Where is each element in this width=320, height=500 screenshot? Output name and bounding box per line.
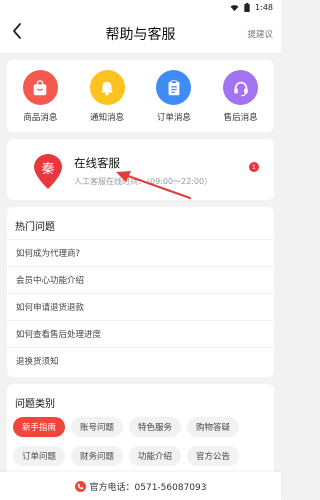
message-item-label: 订单消息 bbox=[156, 113, 191, 123]
category-chip[interactable]: 购物答疑 bbox=[187, 417, 239, 437]
question-item[interactable]: 会员中心功能介绍 bbox=[7, 266, 274, 293]
back-arrow-icon[interactable] bbox=[12, 23, 22, 44]
question-item[interactable]: 如何查看售后处理进度 bbox=[7, 320, 274, 347]
question-item[interactable]: 退换货须知 bbox=[7, 347, 274, 374]
message-item-label: 通知消息 bbox=[90, 113, 125, 123]
category-chips: 新手指南 账号问题 特色服务 购物答疑 订单问题 财务问题 功能介绍 官方公告 bbox=[7, 416, 274, 466]
category-chip[interactable]: 官方公告 bbox=[187, 446, 239, 466]
category-chip[interactable]: 特色服务 bbox=[129, 417, 181, 437]
message-item-label: 商品消息 bbox=[23, 113, 58, 123]
category-chip[interactable]: 财务问题 bbox=[71, 446, 123, 466]
online-service-card[interactable]: 秦 在线客服 人工客服在线时间：（09:00～22:00） 1 bbox=[7, 139, 274, 200]
battery-icon bbox=[244, 3, 250, 12]
categories-title: 问题类别 bbox=[15, 399, 55, 410]
bell-icon bbox=[89, 70, 125, 105]
official-phone-label: 官方电话：0571-56087093 bbox=[89, 482, 207, 493]
shopping-bag-icon bbox=[22, 70, 58, 105]
message-item-aftersale[interactable]: 售后消息 bbox=[211, 70, 271, 123]
category-chip-active[interactable]: 新手指南 bbox=[13, 417, 65, 437]
service-logo: 秦 bbox=[34, 154, 62, 189]
app-header: 帮助与客服 提建议 bbox=[0, 15, 281, 53]
status-time: 1:48 bbox=[255, 3, 273, 12]
category-chip[interactable]: 功能介绍 bbox=[129, 446, 181, 466]
page-title: 帮助与客服 bbox=[105, 27, 176, 43]
hot-questions-section: 热门问题 如何成为代理商? 会员中心功能介绍 如何申请退货退款 如何查看售后处理… bbox=[7, 207, 274, 377]
message-item-order[interactable]: 订单消息 bbox=[144, 70, 204, 123]
service-title: 在线客服 bbox=[74, 156, 120, 170]
question-item[interactable]: 如何成为代理商? bbox=[7, 239, 274, 266]
headset-icon bbox=[223, 70, 259, 105]
phone-icon bbox=[74, 480, 86, 492]
clipboard-icon bbox=[156, 70, 192, 105]
suggest-button[interactable]: 提建议 bbox=[247, 28, 273, 40]
status-bar: 1:48 bbox=[0, 0, 281, 15]
category-chip[interactable]: 账号问题 bbox=[71, 417, 123, 437]
official-phone-bar[interactable]: 官方电话：0571-56087093 bbox=[0, 472, 281, 500]
message-item-goods[interactable]: 商品消息 bbox=[10, 70, 70, 123]
unread-badge: 1 bbox=[249, 162, 259, 172]
wifi-icon bbox=[230, 4, 239, 11]
category-chip[interactable]: 订单问题 bbox=[13, 446, 65, 466]
message-categories: 商品消息 通知消息 订单消息 售后消息 bbox=[7, 60, 274, 132]
message-item-label: 售后消息 bbox=[223, 113, 258, 123]
question-item[interactable]: 如何申请退货退款 bbox=[7, 293, 274, 320]
service-hours: 人工客服在线时间：（09:00～22:00） bbox=[74, 177, 213, 186]
service-logo-char: 秦 bbox=[41, 162, 54, 177]
hot-questions-title: 热门问题 bbox=[15, 222, 55, 233]
message-item-notice[interactable]: 通知消息 bbox=[77, 70, 137, 123]
